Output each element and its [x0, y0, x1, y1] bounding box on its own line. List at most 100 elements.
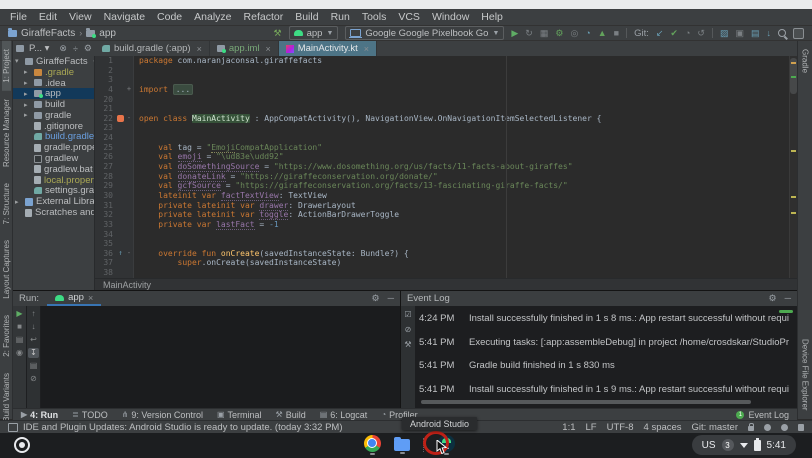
toolwindow-button-build[interactable]: ⚒Build [276, 410, 306, 420]
apply-changes-button[interactable]: ↻ [525, 29, 533, 38]
line-separator-widget[interactable]: LF [586, 422, 597, 433]
hide-panel-icon[interactable]: ─ [388, 293, 394, 304]
tree-item-gradle-properties[interactable]: gradle.properties [13, 142, 94, 153]
commit-button[interactable]: ✔ [670, 29, 678, 38]
tree-item-app[interactable]: ▸app [13, 88, 94, 99]
menu-analyze[interactable]: Analyze [188, 11, 237, 23]
tree-item-settings-gradle[interactable]: settings.gradle [13, 186, 94, 197]
strip-7-structure[interactable]: 7: Structure [2, 175, 11, 232]
close-icon[interactable]: × [197, 44, 202, 54]
run-tab-app[interactable]: app × [47, 291, 101, 306]
status-message[interactable]: IDE and Plugin Updates: Android Studio i… [23, 422, 343, 433]
event-log-status-widget[interactable]: 1 Event Log [736, 410, 789, 420]
clear-all-icon[interactable]: ⊘ [28, 374, 39, 384]
settings-gear-icon[interactable]: ⚙ [372, 293, 380, 304]
launcher-button[interactable] [14, 437, 30, 453]
event-log-entry[interactable]: 5:41 PMGradle build finished in 1 s 830 … [419, 360, 789, 371]
restore-layout-icon[interactable]: ▤ [14, 335, 25, 345]
menu-build[interactable]: Build [289, 11, 324, 23]
override-gutter-icon[interactable]: ↑ [118, 249, 122, 259]
encoding-widget[interactable]: UTF-8 [607, 422, 634, 433]
search-everywhere-icon[interactable] [778, 29, 786, 37]
run-button[interactable]: ▶ [511, 29, 518, 38]
pin-tab-icon[interactable]: ◉ [14, 348, 25, 358]
caret-position-widget[interactable]: 1:1 [562, 422, 575, 433]
indent-widget[interactable]: 4 spaces [644, 422, 682, 433]
horizontal-scrollbar[interactable] [421, 400, 751, 404]
run-config-selector[interactable]: app ▼ [289, 26, 339, 40]
highlighting-level-icon[interactable] [764, 424, 771, 431]
menu-refactor[interactable]: Refactor [238, 11, 290, 23]
run-console-output[interactable] [41, 306, 400, 408]
collapse-all-icon[interactable]: ⊗ [59, 43, 67, 54]
tab-build-gradle-app-[interactable]: build.gradle (:app)× [95, 41, 210, 56]
toolwindow-button-9-version-control[interactable]: ⋔9: Version Control [122, 410, 203, 420]
close-icon[interactable]: × [265, 44, 270, 54]
run-coverage-button[interactable]: ▦ [540, 29, 549, 38]
strip-resource-manager[interactable]: Resource Manager [2, 91, 11, 175]
build-hammer-icon[interactable]: ⚒ [274, 29, 282, 38]
event-log-entry[interactable]: 5:41 PMInstall successfully finished in … [419, 384, 789, 395]
tree-item-gradlew-bat[interactable]: gradlew.bat [13, 164, 94, 175]
toolwindow-button-4-run[interactable]: ▶4: Run [21, 410, 58, 420]
tree-item--gitignore[interactable]: .gitignore [13, 121, 94, 132]
sdk-manager-button[interactable]: ↓ [767, 29, 772, 38]
menu-tools[interactable]: Tools [356, 11, 393, 23]
toolwindow-button-todo[interactable]: ≣TODO [72, 410, 108, 420]
breadcrumb-project[interactable]: GiraffeFacts [21, 28, 75, 39]
layout-inspector-button[interactable]: ▣ [735, 29, 744, 38]
strip-1-project[interactable]: 1: Project [2, 41, 11, 91]
device-selector[interactable]: Google Google Pixelbook Go ▼ [345, 26, 504, 40]
breadcrumb-module[interactable]: app [99, 28, 116, 39]
sync-project-button[interactable]: ▨ [720, 29, 729, 38]
memory-indicator-icon[interactable] [798, 424, 804, 431]
update-project-button[interactable]: ↙ [656, 29, 664, 38]
menu-help[interactable]: Help [475, 11, 509, 23]
tree-item--gradle[interactable]: ▸.gradle [13, 67, 94, 78]
rerun-button[interactable]: ▶ [14, 309, 25, 319]
tree-item-build-gradle[interactable]: build.gradle [13, 132, 94, 143]
git-branch-widget[interactable]: Git: master [692, 422, 738, 433]
project-view-dropdown[interactable]: P... ▾ [29, 43, 49, 54]
settings-gear-icon[interactable]: ⚙ [84, 43, 92, 54]
tree-item-scratches-and-consoles[interactable]: Scratches and Consoles [13, 207, 94, 218]
menu-edit[interactable]: Edit [33, 11, 63, 23]
toolwindow-button-6-logcat[interactable]: ▤6: Logcat [320, 410, 368, 420]
readonly-lock-icon[interactable] [748, 426, 754, 431]
mark-all-read-icon[interactable]: ☑ [404, 310, 411, 319]
stop-button[interactable]: ■ [614, 29, 619, 38]
menu-code[interactable]: Code [151, 11, 188, 23]
tree-item-gradle[interactable]: ▸gradle [13, 110, 94, 121]
strip-gradle[interactable]: Gradle [801, 41, 810, 81]
hide-panel-icon[interactable]: ─ [785, 293, 791, 304]
device-manager-button[interactable]: ▤ [751, 29, 760, 38]
menu-navigate[interactable]: Navigate [98, 11, 151, 23]
attach-debugger-button[interactable]: ◎ [570, 29, 578, 38]
up-stack-trace-icon[interactable]: ↑ [28, 309, 39, 319]
chrome-app-icon[interactable] [364, 435, 381, 455]
tab-mainactivity-kt[interactable]: MainActivity.kt× [279, 41, 377, 56]
history-button[interactable]: ◔ [685, 29, 690, 38]
soft-wrap-icon[interactable]: ↩ [28, 335, 39, 345]
error-stripe-scrollbar[interactable] [789, 56, 797, 278]
tree-item-external-libraries[interactable]: ▸External Libraries [13, 196, 94, 207]
profiler-button[interactable]: ◔ [585, 29, 590, 38]
scroll-to-end-icon[interactable]: ↧ [28, 348, 39, 358]
event-log-entry[interactable]: 5:41 PMExecuting tasks: [:app:assembleDe… [419, 337, 789, 348]
menu-file[interactable]: File [4, 11, 33, 23]
menu-view[interactable]: View [63, 11, 98, 23]
system-tray[interactable]: US 3 5:41 [692, 435, 796, 455]
profile-app-button[interactable]: ▲ [598, 29, 607, 38]
rollback-button[interactable]: ↺ [697, 29, 705, 38]
tree-item-build[interactable]: ▸build [13, 99, 94, 110]
close-icon[interactable]: × [364, 44, 369, 54]
strip-2:-favorites[interactable]: 2: Favorites [2, 307, 11, 365]
tree-item-giraffefacts[interactable]: ▾GiraffeFacts~/S [13, 56, 94, 67]
settings-gear-icon[interactable]: ⚙ [769, 293, 777, 304]
settings-box-icon[interactable] [793, 28, 804, 39]
tree-item-gradlew[interactable]: gradlew [13, 153, 94, 164]
delete-icon[interactable]: ⊘ [405, 325, 412, 334]
event-log-entry[interactable]: 4:24 PMInstall successfully finished in … [419, 313, 789, 324]
android-activity-gutter-icon[interactable] [117, 115, 124, 122]
breadcrumb-class[interactable]: MainActivity [103, 280, 151, 290]
